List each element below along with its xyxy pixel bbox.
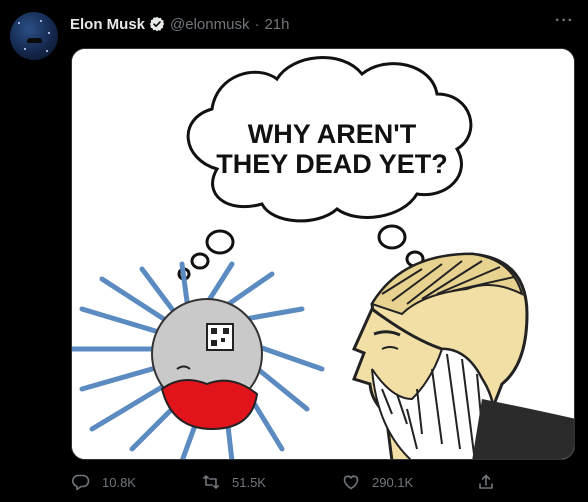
thought-text-line1: WHY AREN'T <box>248 119 417 149</box>
like-count: 290.1K <box>372 474 414 490</box>
retweet-button[interactable]: 51.5K <box>202 473 266 491</box>
reply-button[interactable]: 10.8K <box>72 473 136 491</box>
more-horizontal-icon[interactable]: ··· <box>555 12 574 30</box>
avatar-star <box>40 20 42 22</box>
author-handle[interactable]: @elonmusk <box>170 16 249 33</box>
tweet-actions: 10.8K 51.5K 290.1K <box>72 470 512 494</box>
meme-illustration: WHY AREN'T THEY DEAD YET? <box>72 49 574 459</box>
reply-count: 10.8K <box>102 474 136 490</box>
reply-icon <box>72 474 90 491</box>
avatar[interactable] <box>10 12 58 60</box>
tweet-header: Elon Musk @elonmusk · 21h <box>70 13 578 35</box>
avatar-star <box>18 22 20 24</box>
verified-badge-icon <box>149 16 165 32</box>
share-button[interactable] <box>477 473 495 491</box>
retweet-count: 51.5K <box>232 474 266 490</box>
tweet-image[interactable]: WHY AREN'T THEY DEAD YET? <box>71 48 575 460</box>
thought-text-line2: THEY DEAD YET? <box>216 149 448 179</box>
retweet-icon <box>203 475 219 489</box>
author-name[interactable]: Elon Musk <box>70 16 145 33</box>
heart-icon <box>343 475 359 490</box>
avatar-star <box>48 32 50 34</box>
tweet-time[interactable]: 21h <box>264 16 289 33</box>
like-button[interactable]: 290.1K <box>342 473 413 491</box>
share-icon <box>479 474 493 489</box>
avatar-star <box>24 48 26 50</box>
avatar-car <box>27 38 42 43</box>
separator-dot: · <box>254 15 260 33</box>
avatar-star <box>46 50 48 52</box>
